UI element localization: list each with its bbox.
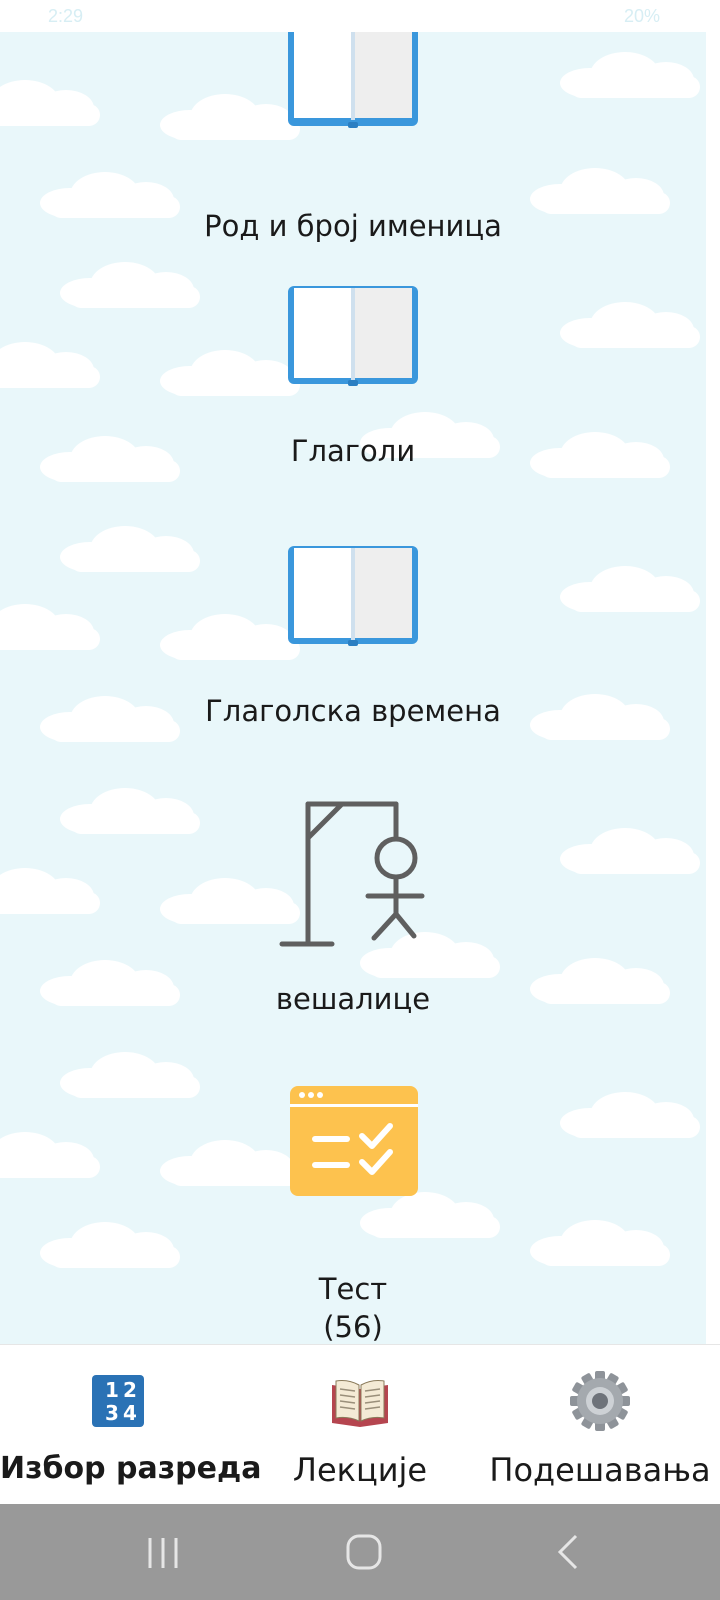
game-label: вешалице	[275, 982, 431, 1016]
bottom-navigation: 1 2 3 4 Избор разреда Лекције Подешавања	[0, 1344, 720, 1504]
nav-lessons[interactable]: Лекције	[240, 1345, 480, 1505]
quiz-checklist-icon	[290, 1086, 418, 1196]
lesson-label: Глаголска времена	[205, 694, 501, 728]
lesson-item-noun-gender[interactable]: Род и број именица	[0, 32, 706, 243]
nav-label: Лекције	[292, 1451, 428, 1489]
home-icon[interactable]	[340, 1532, 390, 1574]
lesson-label: Род и број именица	[204, 209, 502, 243]
scrollbar[interactable]	[706, 32, 720, 1344]
system-navigation-bar	[0, 1504, 720, 1600]
status-battery: 20%	[623, 6, 660, 26]
hangman-game-item[interactable]: вешалице	[0, 798, 706, 1028]
lesson-item-verb-tenses[interactable]: Глаголска времена	[0, 546, 706, 766]
test-count: (56)	[323, 1310, 383, 1344]
number-grid-icon: 1 2 3 4	[92, 1375, 144, 1427]
grid-digit: 2	[123, 1378, 137, 1402]
grid-digit: 3	[105, 1401, 119, 1425]
book-icon	[288, 32, 418, 128]
open-book-icon	[332, 1380, 388, 1427]
grid-digit: 4	[123, 1401, 137, 1425]
test-label: Тест	[318, 1272, 388, 1306]
book-icon	[288, 286, 418, 386]
nav-label: Подешавања	[489, 1451, 711, 1489]
status-time: 2:29	[48, 6, 84, 26]
lesson-list[interactable]: Род и број именица Глаголи Глаголска вре…	[0, 32, 706, 1344]
test-item[interactable]: Тест (56)	[0, 1086, 706, 1344]
nav-settings[interactable]: Подешавања	[480, 1345, 720, 1505]
hangman-icon	[279, 801, 425, 947]
nav-label: Избор разреда	[0, 1451, 262, 1486]
book-icon	[288, 546, 418, 646]
back-icon[interactable]	[546, 1532, 596, 1574]
lesson-label: Глаголи	[290, 434, 416, 468]
gear-icon	[570, 1371, 630, 1431]
nav-grade-selection[interactable]: 1 2 3 4 Избор разреда	[0, 1345, 262, 1505]
grid-digit: 1	[105, 1378, 119, 1402]
lesson-item-verbs[interactable]: Глаголи	[0, 286, 706, 506]
recent-apps-icon[interactable]	[138, 1532, 188, 1574]
status-bar: 2:29 20%	[0, 0, 720, 32]
